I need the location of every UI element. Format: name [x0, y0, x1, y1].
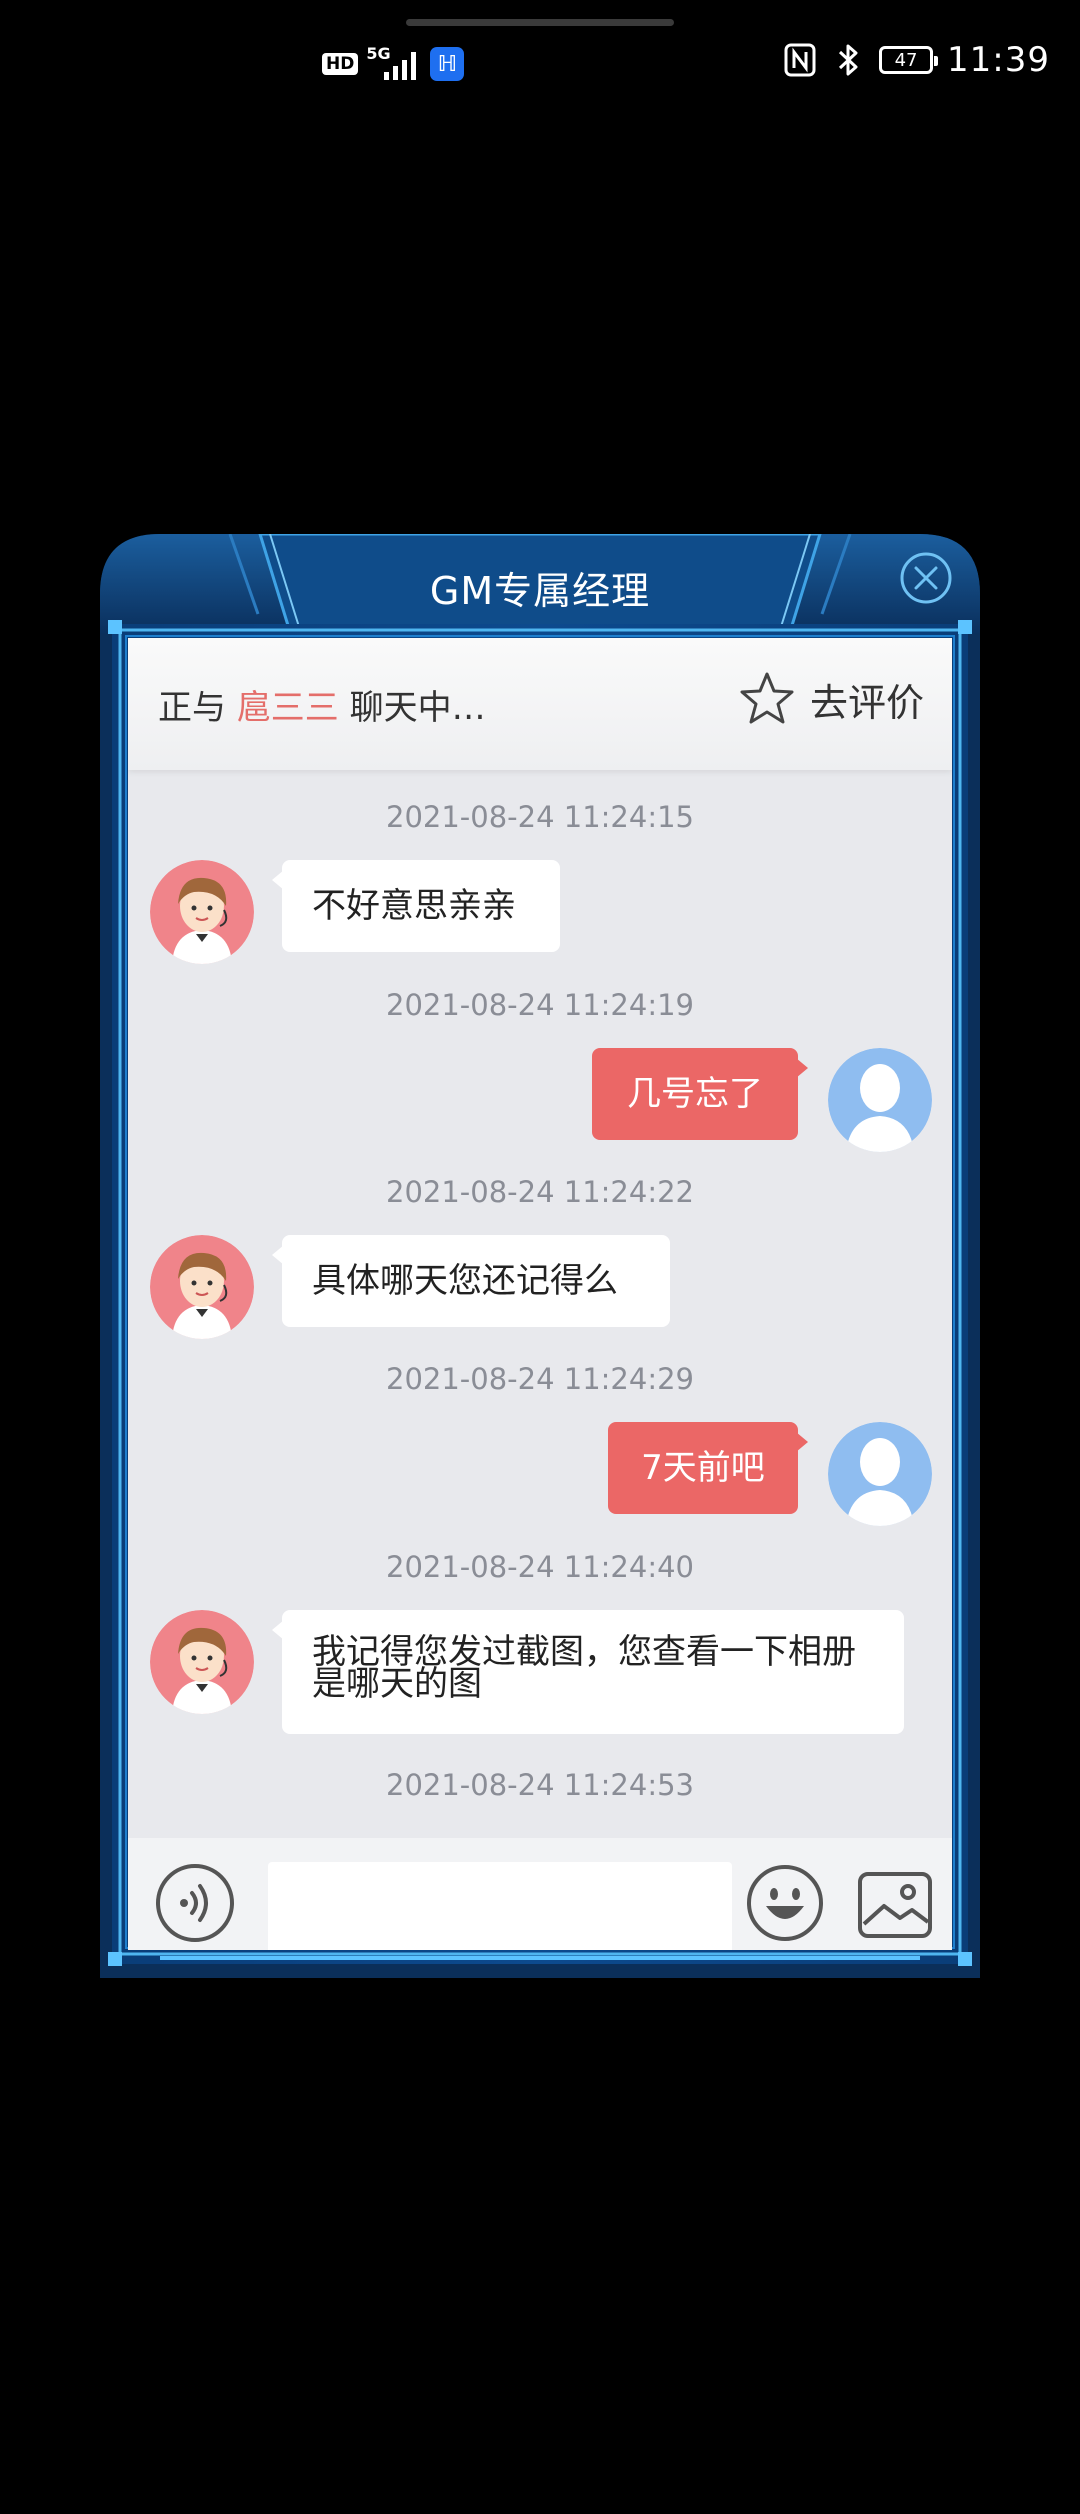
input-bar — [128, 1838, 952, 1950]
chat-status-text: 正与 扈三三 聊天中… — [158, 680, 486, 729]
battery-icon: 47 — [879, 46, 939, 74]
app-notification-icon: ℍ — [430, 47, 465, 81]
user-avatar[interactable] — [828, 1048, 932, 1152]
agent-message: 我记得您发过截图，您查看一下相册是哪天的图 — [272, 1610, 904, 1734]
agent-message: 具体哪天您还记得么 — [272, 1235, 670, 1327]
message-timestamp: 2021-08-24 11:24:15 — [386, 800, 694, 834]
dialog-title: GM专属经理 — [429, 569, 651, 613]
message-timestamp: 2021-08-24 11:24:53 — [386, 1768, 694, 1802]
message-timestamp: 2021-08-24 11:24:19 — [386, 988, 694, 1022]
chat-panel: 正与 扈三三 聊天中… 去评价 2021-08-24 11:24:15 不好意思… — [128, 638, 952, 1950]
agent-name: 扈三三 — [236, 688, 339, 728]
message-timestamp: 2021-08-24 11:24:22 — [386, 1175, 694, 1209]
status-time: 11:39 — [947, 40, 1050, 80]
agent-avatar[interactable] — [150, 1235, 254, 1339]
agent-message: 不好意思亲亲 — [272, 860, 560, 952]
image-icon[interactable] — [854, 1864, 936, 1946]
agent-avatar[interactable] — [150, 860, 254, 964]
star-icon — [740, 672, 794, 724]
message-timestamp: 2021-08-24 11:24:40 — [386, 1550, 694, 1584]
status-bar: HD 5G ℍ 47 11:39 — [0, 36, 1080, 92]
emoji-icon[interactable] — [744, 1862, 826, 1944]
rate-label: 去评价 — [809, 680, 924, 725]
rate-button[interactable]: 去评价 — [736, 668, 924, 730]
agent-avatar[interactable] — [150, 1610, 254, 1714]
notch-indicator — [406, 19, 674, 26]
message-timestamp: 2021-08-24 11:24:29 — [386, 1362, 694, 1396]
nfc-icon — [784, 43, 816, 77]
voice-icon[interactable] — [154, 1862, 236, 1944]
gm-manager-dialog: GM专属经理 正与 扈三三 聊天中… 去评价 2021-08-24 11:24:… — [100, 534, 980, 1978]
chat-status-suffix: 聊天中… — [349, 688, 486, 728]
user-message: 7天前吧 — [608, 1422, 808, 1514]
message-input[interactable] — [268, 1862, 732, 1950]
user-message: 几号忘了 — [592, 1048, 808, 1140]
chat-status-bar: 正与 扈三三 聊天中… 去评价 — [128, 638, 952, 770]
signal-icon: 5G — [366, 46, 422, 82]
user-avatar[interactable] — [828, 1422, 932, 1526]
close-icon[interactable] — [898, 550, 954, 606]
bluetooth-icon — [838, 44, 858, 76]
chat-status-prefix: 正与 — [158, 688, 226, 728]
hd-badge: HD — [322, 53, 359, 75]
battery-level: 47 — [894, 49, 918, 71]
